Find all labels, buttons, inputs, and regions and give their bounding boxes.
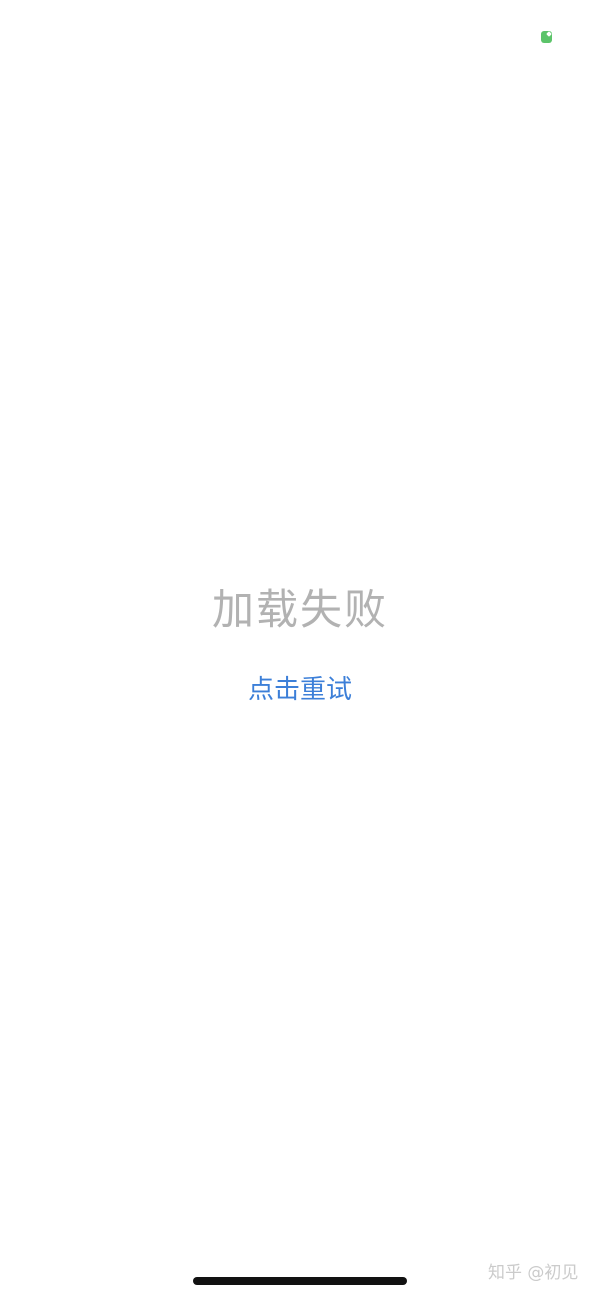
status-indicator-icon: [541, 31, 552, 43]
retry-button[interactable]: 点击重试: [230, 668, 370, 712]
load-failed-message: 加载失败: [211, 585, 388, 634]
watermark: 知乎 @初见: [488, 1263, 579, 1283]
home-indicator[interactable]: [193, 1277, 407, 1285]
